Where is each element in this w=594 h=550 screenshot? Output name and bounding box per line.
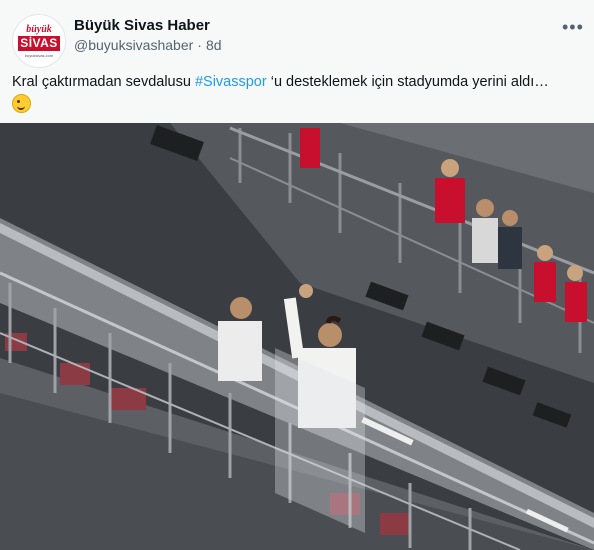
tweet-card[interactable]: büyük SİVAS buyuksivas.com Büyük Sivas H… [0,0,594,550]
avatar-logo-line1: büyük [26,24,52,35]
avatar-logo-line2: SİVAS [18,36,60,51]
tweet-text-before: Kral çaktırmadan sevdalusu [12,74,195,90]
tweet-text: Kral çaktırmadan sevdalusu #Sivasspor ‘u… [12,72,582,116]
handle-row: @buyuksivashaber · 8d [74,37,222,53]
avatar[interactable]: büyük SİVAS buyuksivas.com [12,14,66,68]
user-handle[interactable]: @buyuksivashaber [74,37,193,53]
avatar-logo-line3: buyuksivas.com [24,53,54,58]
stadium-photo-illustration [0,123,594,550]
tweet-photo[interactable] [0,123,594,550]
display-name[interactable]: Büyük Sivas Haber [74,17,210,34]
tweet-timestamp[interactable]: 8d [206,37,222,53]
more-icon[interactable]: ••• [562,17,584,38]
tweet-text-after: ‘u desteklemek için stadyumda yerini ald… [266,74,549,90]
separator-dot: · [197,37,202,53]
hashtag-link[interactable]: #Sivasspor [195,74,267,90]
winking-face-emoji-icon [12,94,31,113]
